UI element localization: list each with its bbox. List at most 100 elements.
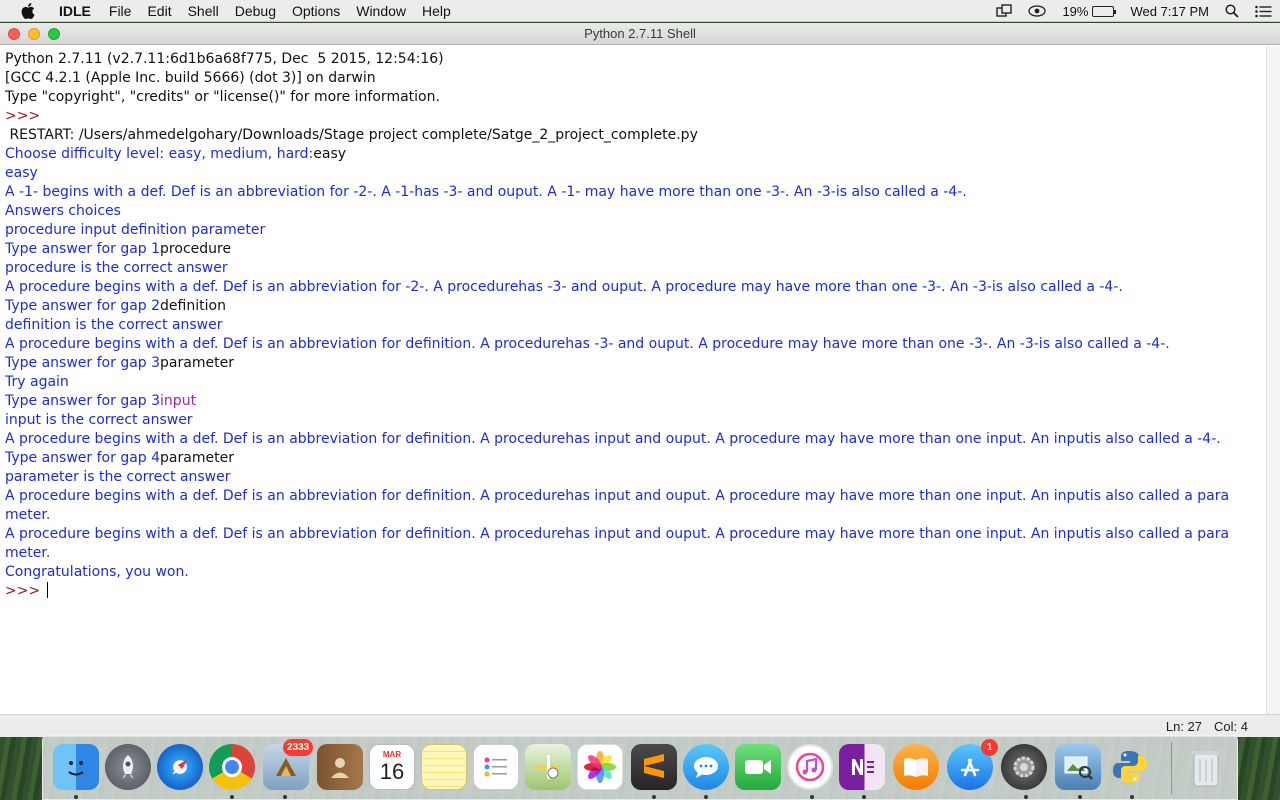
shell-text-segment: A procedure begins with a def. Def is an… <box>5 279 1123 295</box>
notes-icon[interactable] <box>421 744 467 790</box>
dock: 2333 MAR 16 1 <box>42 735 1238 800</box>
eye-icon[interactable] <box>1028 5 1047 17</box>
shell-line: Type "copyright", "credits" or "license(… <box>5 88 1261 107</box>
shell-text-segment: Type answer for gap 4 <box>5 450 161 466</box>
finder-icon[interactable] <box>53 744 99 790</box>
shell-text-segment: definition <box>160 298 226 314</box>
menu-options[interactable]: Options <box>284 0 348 22</box>
column-number: Col: 4 <box>1214 718 1248 734</box>
shell-line: Type answer for gap 4parameter <box>5 449 1261 468</box>
shell-text-segment: >>> <box>5 108 45 124</box>
contacts-book-icon[interactable] <box>317 744 363 790</box>
window-title: Python 2.7.11 Shell <box>584 26 696 41</box>
shell-line: Type answer for gap 1procedure <box>5 240 1261 259</box>
window-titlebar[interactable]: Python 2.7.11 Shell <box>0 23 1280 45</box>
shell-line: Type answer for gap 2definition <box>5 297 1261 316</box>
battery-percent: 19% <box>1062 3 1089 19</box>
shell-text-segment: Try again <box>5 374 69 390</box>
shell-text-segment: A -1- begins with a def. Def is an abbre… <box>5 184 967 200</box>
shell-line: Type answer for gap 3input <box>5 392 1261 411</box>
shell-line: procedure input definition parameter <box>5 221 1261 240</box>
shell-text-segment: Choose difficulty level: easy, medium, h… <box>5 146 314 162</box>
ibooks-icon[interactable] <box>893 744 939 790</box>
battery-indicator[interactable]: 19% <box>1062 3 1117 19</box>
notification-center-icon[interactable] <box>1255 5 1272 18</box>
shell-line: Answers choices <box>5 202 1261 221</box>
shell-text-segment: Type answer for gap 1 <box>5 241 161 257</box>
shell-text-segment: definition is the correct answer <box>5 317 223 333</box>
menu-file[interactable]: File <box>101 0 140 22</box>
reminders-icon[interactable] <box>473 744 519 790</box>
shell-text-segment: A procedure begins with a def. Def is an… <box>5 431 1221 447</box>
system-preferences-gear-icon[interactable] <box>1001 744 1047 790</box>
shell-text-area[interactable]: Python 2.7.11 (v2.7.11:6d1b6a68f775, Dec… <box>0 46 1266 714</box>
sublime-text-icon[interactable] <box>631 744 677 790</box>
shell-line: input is the correct answer <box>5 411 1261 430</box>
itunes-music-icon[interactable] <box>787 744 833 790</box>
shell-line: A procedure begins with a def. Def is an… <box>5 430 1261 449</box>
menu-debug[interactable]: Debug <box>227 0 284 22</box>
shell-text-segment: parameter <box>160 450 234 466</box>
shell-text-segment: A procedure begins with a def. Def is an… <box>5 488 1230 504</box>
shell-line: Python 2.7.11 (v2.7.11:6d1b6a68f775, Dec… <box>5 50 1261 69</box>
shell-text-segment: procedure input definition parameter <box>5 222 266 238</box>
shell-line: meter. <box>5 544 1261 563</box>
chrome-icon[interactable] <box>209 744 255 790</box>
shell-line: easy <box>5 164 1261 183</box>
menu-shell[interactable]: Shell <box>180 0 227 22</box>
battery-icon <box>1092 5 1117 17</box>
shell-line: Try again <box>5 373 1261 392</box>
shell-text-segment: >>> <box>5 583 45 599</box>
shell-line: definition is the correct answer <box>5 316 1261 335</box>
photos-flower-icon[interactable] <box>577 744 623 790</box>
shell-text-segment: Type answer for gap 3 <box>5 355 161 371</box>
trash-icon[interactable] <box>1183 744 1229 790</box>
facetime-camera-icon[interactable] <box>735 744 781 790</box>
shell-text-segment: Answers choices <box>5 203 121 219</box>
apple-icon[interactable] <box>19 2 37 20</box>
shell-text-segment: easy <box>313 146 347 162</box>
shell-text-segment: meter. <box>5 507 51 523</box>
shell-text-segment: easy <box>5 165 38 181</box>
spotlight-search-icon[interactable] <box>1225 4 1239 18</box>
shell-text-segment: Python 2.7.11 (v2.7.11:6d1b6a68f775, Dec… <box>5 51 449 67</box>
python-idle-icon[interactable] <box>1107 744 1153 790</box>
menu-help[interactable]: Help <box>414 0 459 22</box>
shell-line: A procedure begins with a def. Def is an… <box>5 278 1261 297</box>
text-cursor <box>46 582 48 598</box>
shell-text-segment: procedure is the correct answer <box>5 260 228 276</box>
shell-text-segment: A procedure begins with a def. Def is an… <box>5 336 1170 352</box>
onenote-icon[interactable] <box>839 744 885 790</box>
menu-edit[interactable]: Edit <box>139 0 179 22</box>
mail-unread-badge: 2333 <box>283 739 314 756</box>
shell-line: Choose difficulty level: easy, medium, h… <box>5 145 1261 164</box>
shell-line: >>> <box>5 107 1261 126</box>
messages-bubble-icon[interactable] <box>683 744 729 790</box>
preview-photos-icon[interactable] <box>1055 744 1101 790</box>
launchpad-rocket-icon[interactable] <box>105 744 151 790</box>
maps-icon[interactable] <box>525 744 571 790</box>
menu-bar: IDLE File Edit Shell Debug Options Windo… <box>0 0 1280 22</box>
shell-text-segment: parameter <box>160 355 234 371</box>
calendar-icon[interactable]: MAR 16 <box>369 744 415 790</box>
safari-compass-icon[interactable] <box>157 744 203 790</box>
minimize-window-button[interactable] <box>28 28 40 40</box>
shell-text-segment: meter. <box>5 545 51 561</box>
window-overlap-icon[interactable] <box>996 4 1013 18</box>
shell-text-segment: A procedure begins with a def. Def is an… <box>5 526 1230 542</box>
shell-text-segment: [GCC 4.2.1 (Apple Inc. build 5666) (dot … <box>5 70 376 86</box>
shell-line: A procedure begins with a def. Def is an… <box>5 335 1261 354</box>
shell-text-segment: input <box>160 393 197 409</box>
vertical-scrollbar[interactable] <box>1266 46 1280 714</box>
shell-text-segment: procedure <box>160 241 232 257</box>
shell-line: parameter is the correct answer <box>5 468 1261 487</box>
menu-window[interactable]: Window <box>348 0 414 22</box>
zoom-window-button[interactable] <box>48 28 60 40</box>
close-window-button[interactable] <box>8 28 20 40</box>
menu-app-idle[interactable]: IDLE <box>47 0 101 22</box>
status-bar: Ln: 27 Col: 4 <box>0 714 1280 737</box>
shell-line: A procedure begins with a def. Def is an… <box>5 525 1261 544</box>
shell-line: meter. <box>5 506 1261 525</box>
clock[interactable]: Wed 7:17 PM <box>1130 4 1209 19</box>
shell-text-segment: RESTART: /Users/ahmedelgohary/Downloads/… <box>5 127 698 143</box>
